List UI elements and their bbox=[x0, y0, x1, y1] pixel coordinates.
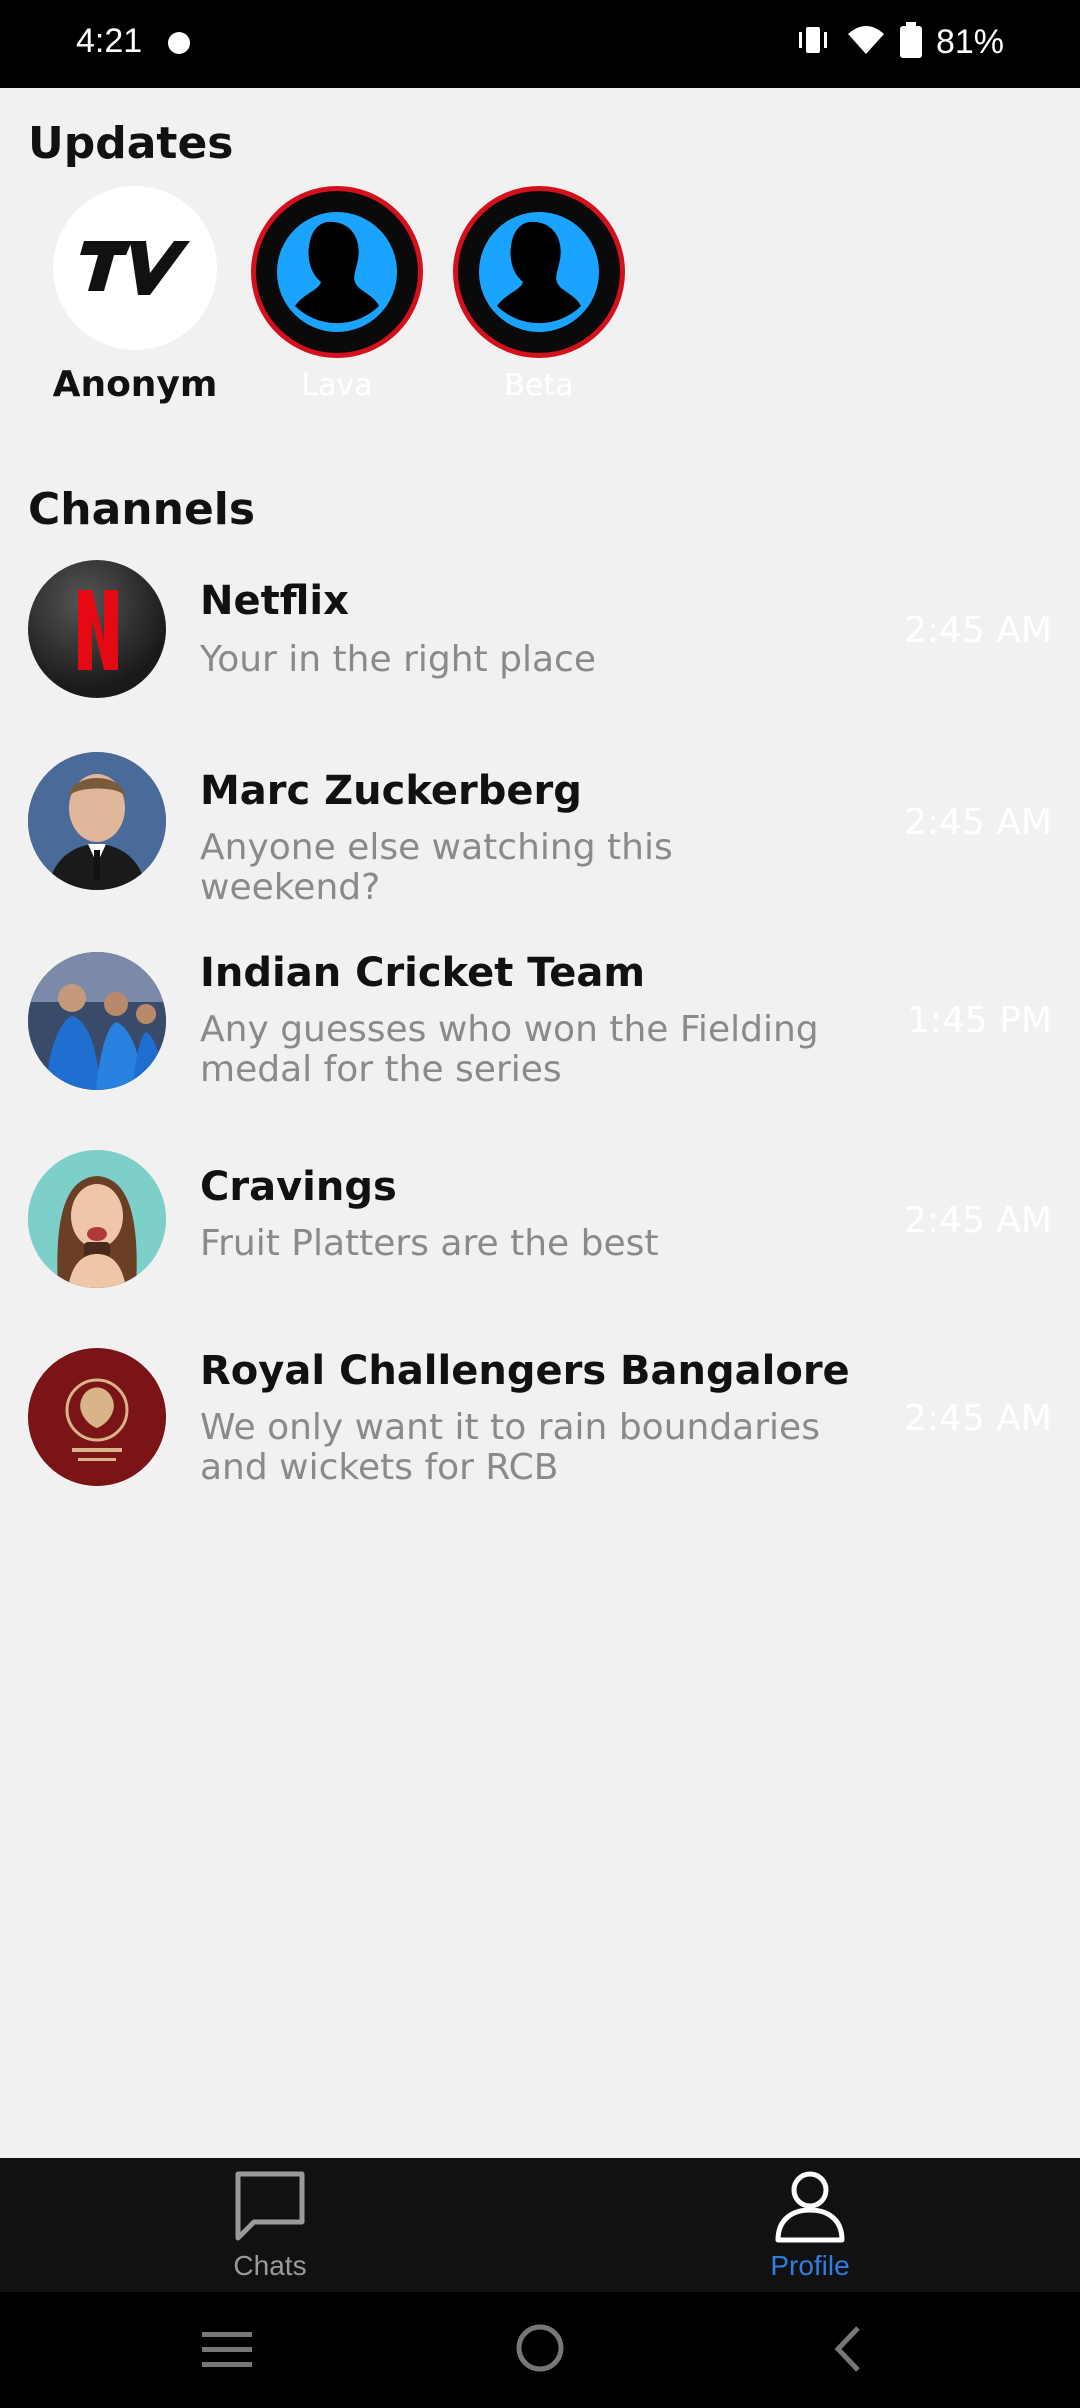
menu-icon[interactable] bbox=[202, 2328, 252, 2376]
home-icon[interactable] bbox=[514, 2322, 566, 2378]
bottom-nav: Chats Profile bbox=[0, 2158, 1080, 2292]
tab-label: Profile bbox=[770, 2250, 850, 2281]
tab-chats[interactable]: Chats bbox=[120, 2158, 420, 2292]
chat-bubble-icon bbox=[232, 2171, 308, 2248]
channel-name: Cravings bbox=[200, 1164, 397, 1210]
channel-message: Fruit Platters are the best bbox=[200, 1223, 659, 1264]
avatar-photo bbox=[28, 952, 166, 1090]
tab-label: Chats bbox=[233, 2250, 307, 2281]
channel-name: Indian Cricket Team bbox=[200, 950, 646, 996]
channel-row-cravings[interactable]: Cravings Fruit Platters are the best 2:4… bbox=[0, 1150, 1080, 1320]
channel-time: 2:45 AM bbox=[904, 802, 1052, 843]
netflix-logo-icon bbox=[28, 560, 166, 698]
channel-time: 1:45 PM bbox=[906, 1000, 1052, 1041]
updates-title: Updates bbox=[28, 118, 234, 169]
story-label: Lava bbox=[301, 368, 373, 403]
avatar-photo bbox=[28, 1150, 166, 1288]
story-label: Beta bbox=[504, 368, 574, 403]
channel-row-rcb[interactable]: Royal Challengers Bangalore We only want… bbox=[0, 1348, 1080, 1518]
channel-message: Any guesses who won the Fielding medal f… bbox=[200, 1009, 819, 1090]
wifi-icon bbox=[846, 24, 886, 60]
channel-name: Royal Challengers Bangalore bbox=[200, 1348, 850, 1394]
channel-name: Marc Zuckerberg bbox=[200, 768, 582, 814]
rcb-logo-icon bbox=[28, 1348, 166, 1486]
channel-name: Netflix bbox=[200, 578, 349, 624]
story-anonym[interactable]: Anonym bbox=[40, 186, 230, 405]
person-silhouette-icon bbox=[251, 186, 423, 358]
tv-logo-icon bbox=[53, 186, 217, 350]
status-bar: 4:21 81% bbox=[0, 0, 1080, 88]
channel-message: We only want it to rain boundaries and w… bbox=[200, 1407, 820, 1488]
channel-row-marc[interactable]: Marc Zuckerberg Anyone else watching thi… bbox=[0, 752, 1080, 922]
channels-title: Channels bbox=[28, 484, 256, 535]
back-icon[interactable] bbox=[830, 2324, 866, 2378]
channel-message: Anyone else watching this weekend? bbox=[200, 827, 673, 908]
status-time: 4:21 bbox=[76, 22, 143, 60]
story-label: Anonym bbox=[52, 364, 218, 405]
status-icons: 81% bbox=[794, 22, 1004, 62]
channel-time: 2:45 AM bbox=[904, 1200, 1052, 1241]
channel-time: 2:45 AM bbox=[904, 610, 1052, 651]
story-beta[interactable]: Beta bbox=[444, 186, 634, 403]
notification-dot-icon bbox=[168, 32, 190, 54]
channel-message: Your in the right place bbox=[200, 639, 596, 680]
battery-icon bbox=[899, 22, 922, 62]
tab-profile[interactable]: Profile bbox=[660, 2158, 960, 2292]
story-lava[interactable]: Lava bbox=[242, 186, 432, 403]
battery-percent: 81% bbox=[935, 22, 1004, 61]
channel-row-netflix[interactable]: Netflix Your in the right place 2:45 AM bbox=[0, 560, 1080, 730]
person-icon bbox=[772, 2171, 848, 2248]
vibrate-icon bbox=[794, 23, 832, 61]
channel-row-indian-cricket-team[interactable]: Indian Cricket Team Any guesses who won … bbox=[0, 950, 1080, 1122]
channel-time: 2:45 AM bbox=[904, 1398, 1052, 1439]
person-silhouette-icon bbox=[453, 186, 625, 358]
avatar-photo bbox=[28, 752, 166, 890]
system-nav-bar bbox=[0, 2292, 1080, 2408]
